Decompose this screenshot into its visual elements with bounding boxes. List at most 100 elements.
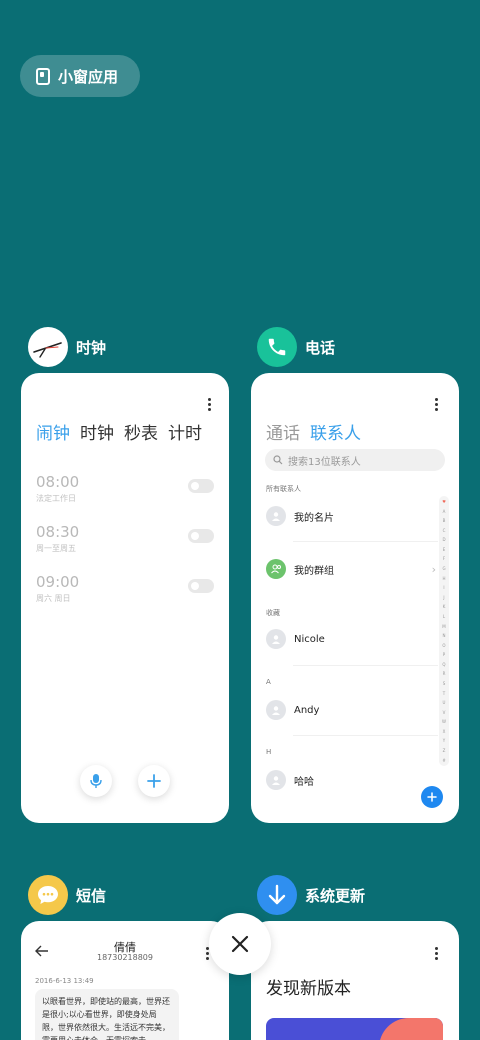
message-icon — [28, 875, 68, 915]
alphabet-index-letter[interactable]: V — [443, 710, 446, 715]
alphabet-index-letter[interactable]: # — [442, 758, 445, 763]
update-app-name: 系统更新 — [305, 886, 366, 905]
my-groups-item[interactable]: 我的群组 › — [266, 559, 436, 579]
alarm-item[interactable]: 09:00 周六 周日 — [36, 573, 214, 613]
alarm-item[interactable]: 08:00 法定工作日 — [36, 473, 214, 513]
message-timestamp: 2016-6-13 13:49 — [35, 977, 94, 985]
sms-app-name: 短信 — [76, 886, 107, 905]
contact-item[interactable]: 哈哈 — [266, 770, 436, 790]
add-alarm-button[interactable] — [138, 765, 170, 797]
alphabet-index-letter[interactable]: Y — [443, 738, 445, 743]
favorites-label: 收藏 — [266, 609, 280, 617]
avatar — [266, 770, 286, 790]
my-card-item[interactable]: 我的名片 — [266, 506, 436, 526]
small-window-apps-button[interactable]: 小窗应用 — [20, 55, 140, 97]
search-placeholder: 搜索13位联系人 — [288, 456, 361, 468]
update-app-card[interactable]: 发现新版本 — [251, 921, 459, 1040]
conversation-contact-number: 18730218809 — [97, 953, 153, 962]
tab-stopwatch[interactable]: 秒表 — [124, 419, 158, 444]
update-more-icon[interactable] — [435, 947, 439, 962]
alphabet-index-letter[interactable]: Q — [442, 662, 445, 667]
my-card-label: 我的名片 — [294, 512, 334, 524]
contact-search-input[interactable]: 搜索13位联系人 — [265, 449, 445, 471]
clear-all-button[interactable] — [209, 913, 271, 975]
alarm-time: 08:30 — [36, 523, 80, 541]
alphabet-index-letter[interactable]: L — [443, 614, 445, 619]
tab-alarm[interactable]: 闹钟 — [36, 419, 70, 444]
alarm-toggle[interactable] — [188, 479, 214, 493]
avatar — [266, 629, 286, 649]
close-icon — [231, 935, 249, 953]
alarm-toggle[interactable] — [188, 579, 214, 593]
alphabet-index-letter[interactable]: R — [443, 671, 446, 676]
phone-app-card[interactable]: 通话 联系人 搜索13位联系人 所有联系人 我的名片 我的群组 › 收藏 Nic… — [251, 373, 459, 823]
download-icon — [257, 875, 297, 915]
alphabet-index-scrollbar[interactable]: ♥ A B C D E F G H I J K L M N O P Q R S T U V W X Y Z # — [439, 496, 449, 766]
alphabet-index-letter[interactable]: Z — [443, 748, 446, 753]
alphabet-index-letter[interactable]: X — [443, 729, 446, 734]
alarm-item[interactable]: 08:30 周一至周五 — [36, 523, 214, 563]
alphabet-index-letter[interactable]: N — [443, 633, 446, 638]
alphabet-index-letter[interactable]: O — [442, 643, 445, 648]
alphabet-index-letter[interactable]: T — [443, 691, 445, 696]
alphabet-index-letter[interactable]: W — [442, 719, 446, 724]
alphabet-index-letter[interactable]: H — [442, 576, 445, 581]
alphabet-index-letter[interactable]: D — [442, 537, 445, 542]
alphabet-index-letter[interactable]: M — [442, 624, 445, 629]
phone-app-header[interactable]: 电话 — [257, 327, 335, 367]
alphabet-index-letter[interactable]: G — [442, 566, 445, 571]
alphabet-index-letter[interactable]: P — [443, 652, 445, 657]
small-window-icon — [36, 67, 50, 85]
clock-more-icon[interactable] — [208, 398, 212, 413]
sms-app-header[interactable]: 短信 — [28, 875, 106, 915]
alphabet-index-letter[interactable]: I — [443, 585, 444, 590]
alarm-repeat: 法定工作日 — [36, 494, 76, 503]
phone-more-icon[interactable] — [435, 398, 439, 413]
contact-name: Andy — [294, 704, 320, 716]
tab-calls[interactable]: 通话 — [266, 419, 300, 444]
small-window-label: 小窗应用 — [58, 67, 119, 86]
alphabet-index-letter[interactable]: B — [443, 518, 446, 523]
contact-name: 哈哈 — [294, 776, 314, 788]
my-groups-label: 我的群组 — [294, 565, 334, 577]
divider — [293, 735, 438, 736]
tab-timer[interactable]: 计时 — [168, 419, 202, 444]
update-app-header[interactable]: 系统更新 — [257, 875, 365, 915]
alphabet-index-letter[interactable]: J — [443, 595, 444, 600]
alphabet-index-letter[interactable]: S — [443, 681, 446, 686]
tab-clock[interactable]: 时钟 — [80, 419, 114, 444]
section-header-h: H — [266, 748, 272, 756]
clock-tabs: 闹钟 时钟 秒表 计时 — [36, 419, 202, 444]
alarm-repeat: 周一至周五 — [36, 544, 76, 553]
add-contact-button[interactable] — [421, 786, 443, 808]
voice-alarm-button[interactable] — [80, 765, 112, 797]
clock-app-header[interactable]: 时钟 — [28, 327, 106, 367]
alarm-time: 09:00 — [36, 573, 80, 591]
contact-item[interactable]: Andy — [266, 700, 436, 720]
alphabet-index-letter[interactable]: K — [443, 604, 446, 609]
alphabet-index-letter[interactable]: A — [443, 509, 446, 514]
clock-app-card[interactable]: 闹钟 时钟 秒表 计时 08:00 法定工作日 08:30 周一至周五 09:0… — [21, 373, 229, 823]
contact-name: Nicole — [294, 633, 325, 645]
divider — [293, 665, 438, 666]
back-arrow-icon[interactable] — [35, 945, 49, 957]
all-contacts-label: 所有联系人 — [266, 485, 301, 493]
alphabet-index-letter[interactable]: C — [443, 528, 446, 533]
sms-app-card[interactable]: 倩倩 18730218809 2016-6-13 13:49 以眼看世界，即使站… — [21, 921, 229, 1040]
divider — [293, 541, 438, 542]
alphabet-index-letter[interactable]: U — [443, 700, 446, 705]
alphabet-index-letter[interactable]: F — [443, 556, 445, 561]
avatar — [266, 700, 286, 720]
contact-item[interactable]: Nicole — [266, 629, 436, 649]
alphabet-index-letter[interactable]: E — [443, 547, 446, 552]
search-icon — [273, 455, 283, 465]
avatar — [266, 506, 286, 526]
group-icon — [266, 559, 286, 579]
phone-icon — [257, 327, 297, 367]
microphone-icon — [90, 774, 102, 788]
plus-icon — [427, 792, 437, 802]
alarm-toggle[interactable] — [188, 529, 214, 543]
clock-icon — [28, 327, 68, 367]
tab-contacts[interactable]: 联系人 — [310, 419, 361, 444]
alphabet-index-letter[interactable]: ♥ — [442, 499, 446, 504]
